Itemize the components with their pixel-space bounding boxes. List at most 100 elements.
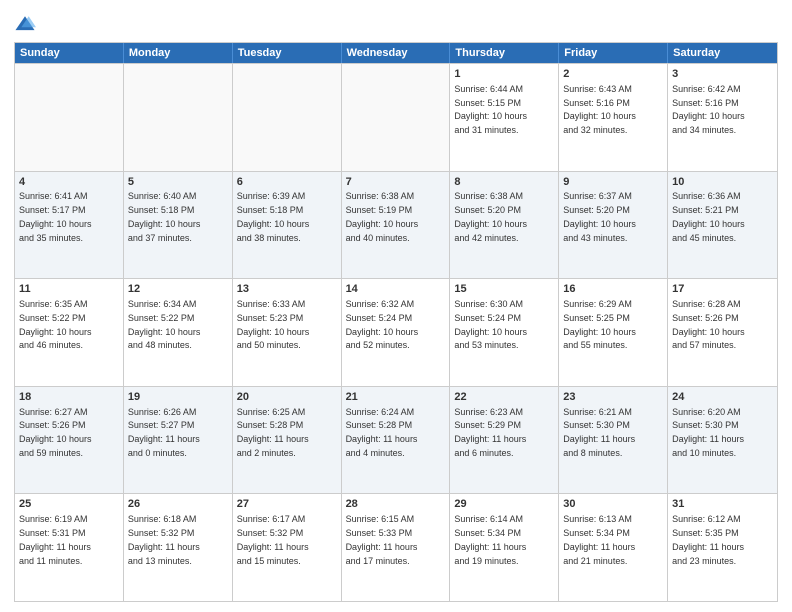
day-number: 2 [563,67,663,82]
day-number: 4 [19,175,119,190]
day-number: 9 [563,175,663,190]
day-info: Sunrise: 6:34 AM Sunset: 5:22 PM Dayligh… [128,299,201,350]
day-info: Sunrise: 6:12 AM Sunset: 5:35 PM Dayligh… [672,514,744,565]
day-number: 15 [454,282,554,297]
day-info: Sunrise: 6:39 AM Sunset: 5:18 PM Dayligh… [237,191,310,242]
day-info: Sunrise: 6:24 AM Sunset: 5:28 PM Dayligh… [346,407,418,458]
calendar-cell [124,64,233,171]
day-info: Sunrise: 6:15 AM Sunset: 5:33 PM Dayligh… [346,514,418,565]
calendar-cell [15,64,124,171]
calendar-cell: 18Sunrise: 6:27 AM Sunset: 5:26 PM Dayli… [15,387,124,494]
day-number: 6 [237,175,337,190]
day-info: Sunrise: 6:38 AM Sunset: 5:19 PM Dayligh… [346,191,419,242]
day-info: Sunrise: 6:21 AM Sunset: 5:30 PM Dayligh… [563,407,635,458]
day-info: Sunrise: 6:43 AM Sunset: 5:16 PM Dayligh… [563,84,636,135]
calendar-cell: 27 Sunrise: 6:17 AM Sunset: 5:32 PM Dayli… [233,494,342,601]
day-number: 5 [128,175,228,190]
calendar-cell: 7Sunrise: 6:38 AM Sunset: 5:19 PM Daylig… [342,172,451,279]
calendar-cell: 30 Sunrise: 6:13 AM Sunset: 5:34 PM Dayli… [559,494,668,601]
calendar-cell: 14 Sunrise: 6:32 AM Sunset: 5:24 PM Dayli… [342,279,451,386]
calendar: SundayMondayTuesdayWednesdayThursdayFrid… [14,42,778,602]
day-info: Sunrise: 6:42 AM Sunset: 5:16 PM Dayligh… [672,84,745,135]
day-number: 24 [672,390,773,405]
day-info: Sunrise: 6:18 AM Sunset: 5:32 PM Dayligh… [128,514,200,565]
calendar-row-1: 4Sunrise: 6:41 AM Sunset: 5:17 PM Daylig… [15,171,777,279]
calendar-cell: 9Sunrise: 6:37 AM Sunset: 5:20 PM Daylig… [559,172,668,279]
calendar-cell [233,64,342,171]
day-number: 23 [563,390,663,405]
day-info: Sunrise: 6:23 AM Sunset: 5:29 PM Dayligh… [454,407,526,458]
header-day-saturday: Saturday [668,43,777,63]
header-day-monday: Monday [124,43,233,63]
header-day-tuesday: Tuesday [233,43,342,63]
calendar-cell: 21 Sunrise: 6:24 AM Sunset: 5:28 PM Dayli… [342,387,451,494]
day-number: 22 [454,390,554,405]
header-day-friday: Friday [559,43,668,63]
day-info: Sunrise: 6:17 AM Sunset: 5:32 PM Dayligh… [237,514,309,565]
day-number: 27 [237,497,337,512]
day-info: Sunrise: 6:26 AM Sunset: 5:27 PM Dayligh… [128,407,200,458]
calendar-row-0: 1 Sunrise: 6:44 AM Sunset: 5:15 PM Daylig… [15,63,777,171]
day-number: 16 [563,282,663,297]
day-number: 17 [672,282,773,297]
day-number: 29 [454,497,554,512]
day-number: 3 [672,67,773,82]
calendar-cell [342,64,451,171]
calendar-cell: 20 Sunrise: 6:25 AM Sunset: 5:28 PM Dayli… [233,387,342,494]
day-number: 14 [346,282,446,297]
day-info: Sunrise: 6:14 AM Sunset: 5:34 PM Dayligh… [454,514,526,565]
day-number: 21 [346,390,446,405]
header [14,10,778,36]
day-number: 12 [128,282,228,297]
day-number: 20 [237,390,337,405]
calendar-cell: 13Sunrise: 6:33 AM Sunset: 5:23 PM Dayli… [233,279,342,386]
calendar-cell: 22 Sunrise: 6:23 AM Sunset: 5:29 PM Dayli… [450,387,559,494]
day-info: Sunrise: 6:33 AM Sunset: 5:23 PM Dayligh… [237,299,310,350]
day-number: 31 [672,497,773,512]
calendar-cell: 15 Sunrise: 6:30 AM Sunset: 5:24 PM Dayli… [450,279,559,386]
calendar-cell: 10Sunrise: 6:36 AM Sunset: 5:21 PM Dayli… [668,172,777,279]
header-day-sunday: Sunday [15,43,124,63]
header-day-wednesday: Wednesday [342,43,451,63]
calendar-cell: 1 Sunrise: 6:44 AM Sunset: 5:15 PM Daylig… [450,64,559,171]
day-info: Sunrise: 6:44 AM Sunset: 5:15 PM Dayligh… [454,84,527,135]
day-info: Sunrise: 6:30 AM Sunset: 5:24 PM Dayligh… [454,299,527,350]
day-number: 8 [454,175,554,190]
day-number: 26 [128,497,228,512]
day-number: 10 [672,175,773,190]
calendar-cell: 12 Sunrise: 6:34 AM Sunset: 5:22 PM Dayli… [124,279,233,386]
calendar-cell: 11Sunrise: 6:35 AM Sunset: 5:22 PM Dayli… [15,279,124,386]
calendar-cell: 3 Sunrise: 6:42 AM Sunset: 5:16 PM Daylig… [668,64,777,171]
calendar-cell: 2 Sunrise: 6:43 AM Sunset: 5:16 PM Daylig… [559,64,668,171]
logo-icon [14,14,36,36]
calendar-row-3: 18Sunrise: 6:27 AM Sunset: 5:26 PM Dayli… [15,386,777,494]
day-info: Sunrise: 6:38 AM Sunset: 5:20 PM Dayligh… [454,191,527,242]
page: SundayMondayTuesdayWednesdayThursdayFrid… [0,0,792,612]
calendar-body: 1 Sunrise: 6:44 AM Sunset: 5:15 PM Daylig… [15,63,777,601]
day-number: 30 [563,497,663,512]
day-info: Sunrise: 6:36 AM Sunset: 5:21 PM Dayligh… [672,191,745,242]
day-number: 19 [128,390,228,405]
day-info: Sunrise: 6:32 AM Sunset: 5:24 PM Dayligh… [346,299,419,350]
day-info: Sunrise: 6:20 AM Sunset: 5:30 PM Dayligh… [672,407,744,458]
calendar-cell: 31 Sunrise: 6:12 AM Sunset: 5:35 PM Dayli… [668,494,777,601]
calendar-header: SundayMondayTuesdayWednesdayThursdayFrid… [15,43,777,63]
day-info: Sunrise: 6:13 AM Sunset: 5:34 PM Dayligh… [563,514,635,565]
day-info: Sunrise: 6:28 AM Sunset: 5:26 PM Dayligh… [672,299,745,350]
calendar-cell: 17 Sunrise: 6:28 AM Sunset: 5:26 PM Dayli… [668,279,777,386]
day-info: Sunrise: 6:25 AM Sunset: 5:28 PM Dayligh… [237,407,309,458]
calendar-cell: 23 Sunrise: 6:21 AM Sunset: 5:30 PM Dayli… [559,387,668,494]
day-number: 25 [19,497,119,512]
day-info: Sunrise: 6:35 AM Sunset: 5:22 PM Dayligh… [19,299,92,350]
day-number: 1 [454,67,554,82]
day-info: Sunrise: 6:19 AM Sunset: 5:31 PM Dayligh… [19,514,91,565]
calendar-cell: 28Sunrise: 6:15 AM Sunset: 5:33 PM Dayli… [342,494,451,601]
calendar-cell: 8Sunrise: 6:38 AM Sunset: 5:20 PM Daylig… [450,172,559,279]
day-info: Sunrise: 6:37 AM Sunset: 5:20 PM Dayligh… [563,191,636,242]
calendar-cell: 24 Sunrise: 6:20 AM Sunset: 5:30 PM Dayli… [668,387,777,494]
calendar-cell: 5Sunrise: 6:40 AM Sunset: 5:18 PM Daylig… [124,172,233,279]
calendar-cell: 19 Sunrise: 6:26 AM Sunset: 5:27 PM Dayli… [124,387,233,494]
calendar-cell: 26 Sunrise: 6:18 AM Sunset: 5:32 PM Dayli… [124,494,233,601]
calendar-cell: 29 Sunrise: 6:14 AM Sunset: 5:34 PM Dayli… [450,494,559,601]
day-info: Sunrise: 6:40 AM Sunset: 5:18 PM Dayligh… [128,191,201,242]
